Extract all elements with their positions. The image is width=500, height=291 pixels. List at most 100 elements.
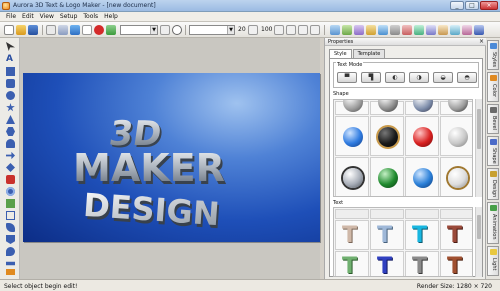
side-tab-bevel[interactable]: Bevel — [487, 104, 499, 134]
text-style-item[interactable]: T — [335, 220, 369, 250]
rounded-rect-icon[interactable] — [6, 79, 15, 88]
text-style-item[interactable]: T — [405, 220, 439, 250]
text-mode-sphere-icon[interactable]: ◓ — [457, 72, 477, 83]
side-tab-shape[interactable]: Shape — [487, 136, 499, 166]
text-style-item[interactable]: T — [370, 220, 404, 250]
ungroup-icon[interactable] — [438, 25, 448, 35]
drop-icon[interactable] — [6, 247, 15, 256]
undo-icon[interactable] — [160, 25, 170, 35]
shape-icon[interactable] — [402, 25, 412, 35]
text-style-item[interactable]: T — [440, 220, 472, 250]
group-icon[interactable] — [426, 25, 436, 35]
canvas-area[interactable]: 3D 3D MAKER MAKER DESIGN DESIGN — [20, 38, 320, 279]
document-canvas[interactable]: 3D 3D MAKER MAKER DESIGN DESIGN — [23, 73, 320, 242]
shape-item[interactable] — [440, 157, 472, 196]
maximize-button[interactable]: □ — [465, 1, 479, 10]
frame-icon[interactable] — [6, 211, 15, 220]
ring-icon[interactable] — [6, 187, 15, 196]
play-icon[interactable] — [172, 25, 182, 35]
text-spacing-icon[interactable] — [310, 25, 320, 35]
delete-icon[interactable] — [94, 25, 104, 35]
heart-icon[interactable] — [6, 175, 15, 184]
shape-item[interactable] — [405, 157, 439, 196]
shape-item[interactable] — [335, 100, 369, 115]
export-icon[interactable] — [106, 25, 116, 35]
shape-item[interactable] — [405, 100, 439, 115]
align-center-icon[interactable] — [286, 25, 296, 35]
text-style-item[interactable]: T — [405, 251, 439, 276]
ruler-icon[interactable] — [6, 269, 15, 275]
ellipse-icon[interactable] — [6, 91, 15, 100]
minimize-button[interactable]: _ — [450, 1, 464, 10]
bold-icon[interactable] — [248, 25, 258, 35]
menu-help[interactable]: Help — [101, 13, 121, 20]
hexagon-icon[interactable] — [6, 127, 15, 136]
close-button[interactable]: × — [480, 1, 498, 10]
shield-icon[interactable] — [6, 235, 15, 244]
background-icon[interactable] — [474, 25, 484, 35]
text-tool-icon[interactable]: A — [6, 55, 15, 64]
side-tab-styles[interactable]: Styles — [487, 40, 499, 70]
view-side-icon[interactable] — [342, 25, 352, 35]
align-objects-icon[interactable] — [390, 25, 400, 35]
menu-setup[interactable]: Setup — [57, 13, 80, 20]
select-arrow-icon[interactable] — [6, 42, 15, 51]
chevron-down-icon[interactable]: ▼ — [227, 26, 234, 34]
shape-scrollbar[interactable] — [475, 99, 482, 197]
save-icon[interactable] — [28, 25, 38, 35]
material-icon[interactable] — [378, 25, 388, 35]
chevron-down-icon[interactable]: ▼ — [150, 26, 157, 34]
star-icon[interactable] — [6, 103, 15, 112]
style-dropdown[interactable]: ▼ — [120, 25, 158, 35]
shape-item[interactable] — [335, 116, 369, 156]
tab-template[interactable]: Template — [352, 49, 386, 58]
text-style-item[interactable]: T — [335, 251, 369, 276]
text-style-item[interactable]: T — [440, 251, 472, 276]
leaf-icon[interactable] — [6, 223, 15, 232]
text-style-item[interactable] — [335, 209, 369, 219]
copy-icon[interactable] — [46, 25, 56, 35]
arc-icon[interactable] — [6, 139, 15, 148]
diamond-icon[interactable] — [6, 163, 15, 172]
align-right-icon[interactable] — [298, 25, 308, 35]
shape-item[interactable] — [440, 116, 472, 156]
shape-item[interactable] — [370, 157, 404, 196]
rectangle-icon[interactable] — [6, 67, 15, 76]
menu-file[interactable]: File — [3, 13, 19, 20]
side-tab-design[interactable]: Design — [487, 168, 499, 200]
text-style-item[interactable]: T — [370, 251, 404, 276]
text-mode-bevel-icon[interactable]: ◑ — [409, 72, 429, 83]
transform-icon[interactable] — [450, 25, 460, 35]
menu-view[interactable]: View — [37, 13, 57, 20]
side-tab-animation[interactable]: Animation — [487, 202, 499, 244]
text-style-item[interactable] — [370, 209, 404, 219]
side-tab-light[interactable]: Light — [487, 246, 499, 276]
shape-item[interactable] — [405, 116, 439, 156]
shape-item[interactable] — [335, 157, 369, 196]
menu-edit[interactable]: Edit — [19, 13, 37, 20]
align-left-icon[interactable] — [274, 25, 284, 35]
side-tab-color[interactable]: Color — [487, 72, 499, 102]
triangle-icon[interactable] — [6, 115, 15, 124]
text-mode-extrude-icon[interactable]: ▜ — [361, 72, 381, 83]
render-icon[interactable] — [70, 25, 80, 35]
shape-item[interactable] — [370, 100, 404, 115]
image-shape-icon[interactable] — [6, 199, 15, 208]
light-icon[interactable] — [366, 25, 376, 35]
animation-icon[interactable] — [462, 25, 472, 35]
font-dropdown[interactable]: ▼ — [189, 25, 235, 35]
text-mode-flat-icon[interactable]: ▀ — [337, 72, 357, 83]
arrow-shape-icon[interactable] — [6, 151, 15, 160]
close-icon[interactable]: × — [479, 38, 484, 45]
effect-icon[interactable] — [414, 25, 424, 35]
image-icon[interactable] — [82, 25, 92, 35]
3d-logo-object[interactable]: 3D 3D MAKER MAKER DESIGN DESIGN — [23, 73, 320, 242]
text-mode-ring-icon[interactable]: ◒ — [433, 72, 453, 83]
text-style-scrollbar[interactable] — [475, 207, 482, 277]
text-style-item[interactable] — [405, 209, 439, 219]
menu-tools[interactable]: Tools — [80, 13, 101, 20]
new-file-icon[interactable] — [4, 25, 14, 35]
shape-item[interactable] — [440, 100, 472, 115]
shape-item[interactable] — [370, 116, 404, 156]
open-folder-icon[interactable] — [16, 25, 26, 35]
